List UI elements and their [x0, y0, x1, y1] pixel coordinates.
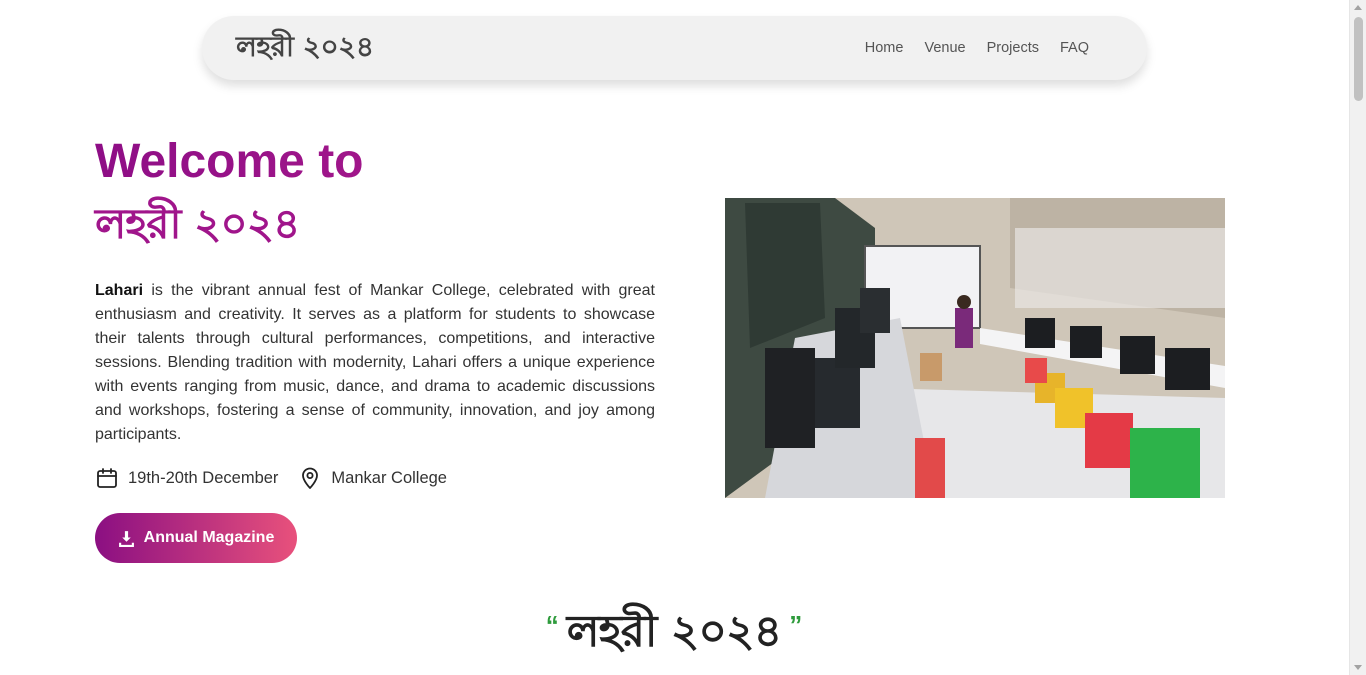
nav-link-home[interactable]: Home — [865, 40, 904, 56]
fest-description-text: is the vibrant annual fest of Mankar Col… — [95, 282, 655, 443]
event-date-text: 19th-20th December — [128, 468, 279, 487]
section-title: “লহরী ২০২৪” — [0, 598, 1348, 671]
nav-link-venue[interactable]: Venue — [924, 40, 965, 56]
scroll-thumb[interactable] — [1354, 17, 1363, 101]
scroll-up-arrow-icon[interactable] — [1354, 5, 1362, 10]
fest-description: Lahari is the vibrant annual fest of Man… — [95, 279, 655, 447]
brand-logo[interactable]: লহরী ২০২৪ — [236, 25, 374, 72]
annual-magazine-button[interactable]: Annual Magazine — [95, 513, 297, 563]
computer-lab-photo — [725, 198, 1225, 498]
event-meta: 19th-20th December Mankar College — [95, 466, 467, 490]
top-navbar: লহরী ২০২৪ Home Venue Projects FAQ — [202, 16, 1147, 80]
nav-link-faq[interactable]: FAQ — [1060, 40, 1089, 56]
close-quote: ” — [789, 610, 803, 640]
hero-heading: Welcome to লহরী ২০২৪ — [95, 134, 655, 252]
calendar-icon — [97, 468, 117, 488]
event-venue: Mankar College — [298, 466, 447, 490]
fest-name-bold: Lahari — [95, 282, 144, 299]
scroll-down-arrow-icon[interactable] — [1354, 665, 1362, 670]
nav-link-projects[interactable]: Projects — [987, 40, 1039, 56]
annual-magazine-label: Annual Magazine — [143, 529, 275, 546]
section-title-bangla: লহরী ২০২৪ — [566, 606, 782, 657]
map-pin-icon — [302, 467, 319, 489]
event-date: 19th-20th December — [95, 466, 278, 490]
nav-links: Home Venue Projects FAQ — [865, 40, 1089, 56]
event-venue-text: Mankar College — [331, 468, 447, 487]
open-quote: “ — [545, 610, 559, 640]
vertical-scrollbar[interactable] — [1349, 0, 1366, 675]
download-icon — [118, 530, 134, 547]
computer-lab-illustration — [725, 198, 1225, 498]
fest-title-bangla: লহরী ২০২৪ — [95, 199, 300, 248]
welcome-heading: Welcome to — [95, 134, 655, 190]
